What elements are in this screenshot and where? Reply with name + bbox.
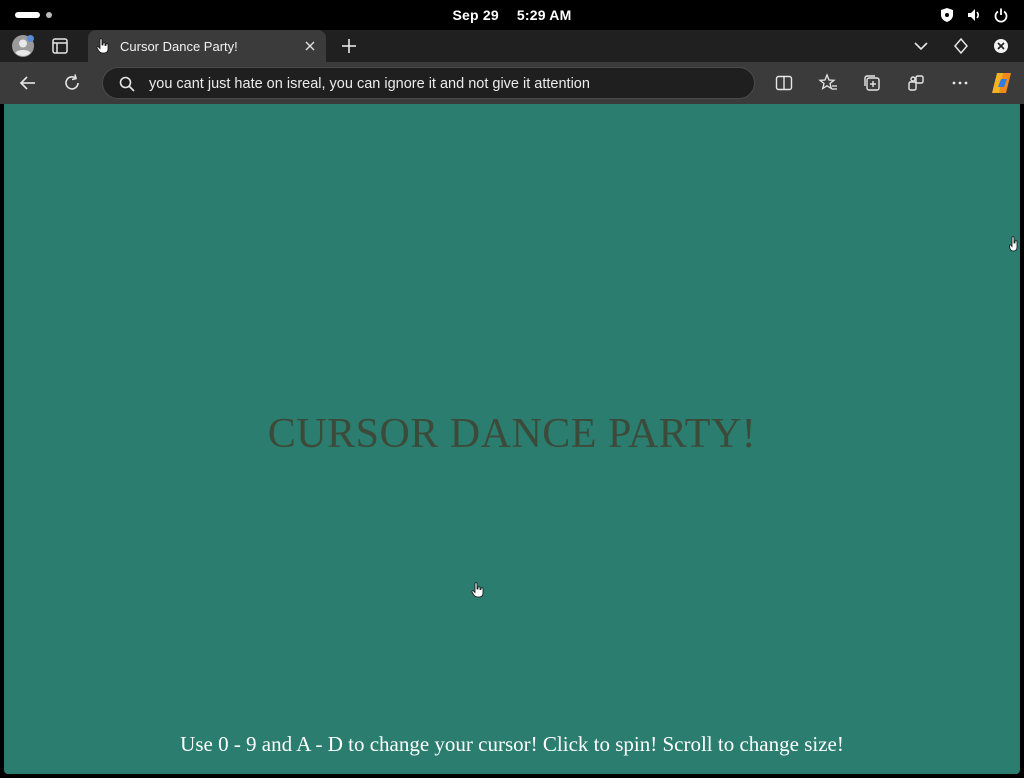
vpn-shield-icon[interactable] [939, 7, 955, 23]
browser-toolbar: you cant just hate on isreal, you can ig… [0, 62, 1024, 104]
tab-strip: Cursor Dance Party! [0, 30, 1024, 62]
clock[interactable]: Sep 29 5:29 AM [0, 7, 1024, 23]
instructions-text: Use 0 - 9 and A - D to change your curso… [180, 732, 844, 756]
diamond-icon[interactable] [951, 36, 971, 56]
copilot-icon[interactable] [989, 70, 1015, 96]
hand-cursor-icon [471, 582, 484, 598]
refresh-icon[interactable] [62, 73, 82, 93]
os-status-bar: Sep 29 5:29 AM [0, 0, 1024, 30]
favorites-star-icon[interactable] [818, 73, 838, 93]
collections-icon[interactable] [862, 73, 882, 93]
profile-icon[interactable] [11, 34, 35, 58]
extensions-icon[interactable] [906, 73, 926, 93]
hand-cursor-icon [96, 38, 109, 54]
time-label: 5:29 AM [516, 7, 572, 23]
power-icon[interactable] [993, 7, 1009, 23]
plus-icon[interactable] [339, 36, 359, 56]
tab-list-chevron-down-icon[interactable] [911, 36, 931, 56]
date-label: Sep 29 [452, 7, 499, 23]
split-screen-icon[interactable] [774, 73, 794, 93]
tab-title: Cursor Dance Party! [120, 39, 238, 54]
page-title: CURSOR DANCE PARTY! [267, 411, 757, 457]
page-content[interactable]: CURSOR DANCE PARTY! Use 0 - 9 and A - D … [4, 104, 1020, 774]
tab-actions-icon[interactable] [51, 37, 69, 55]
close-window-icon[interactable] [991, 36, 1011, 56]
tab-cursor-dance-party[interactable]: Cursor Dance Party! [88, 30, 326, 62]
more-icon[interactable] [950, 73, 970, 93]
back-arrow-icon[interactable] [18, 73, 38, 93]
search-icon [119, 76, 135, 92]
address-bar[interactable]: you cant just hate on isreal, you can ig… [102, 67, 755, 99]
volume-icon[interactable] [966, 7, 982, 23]
address-bar-text: you cant just hate on isreal, you can ig… [149, 76, 590, 92]
close-tab-icon[interactable] [302, 38, 318, 54]
hand-cursor-icon [1009, 236, 1018, 252]
